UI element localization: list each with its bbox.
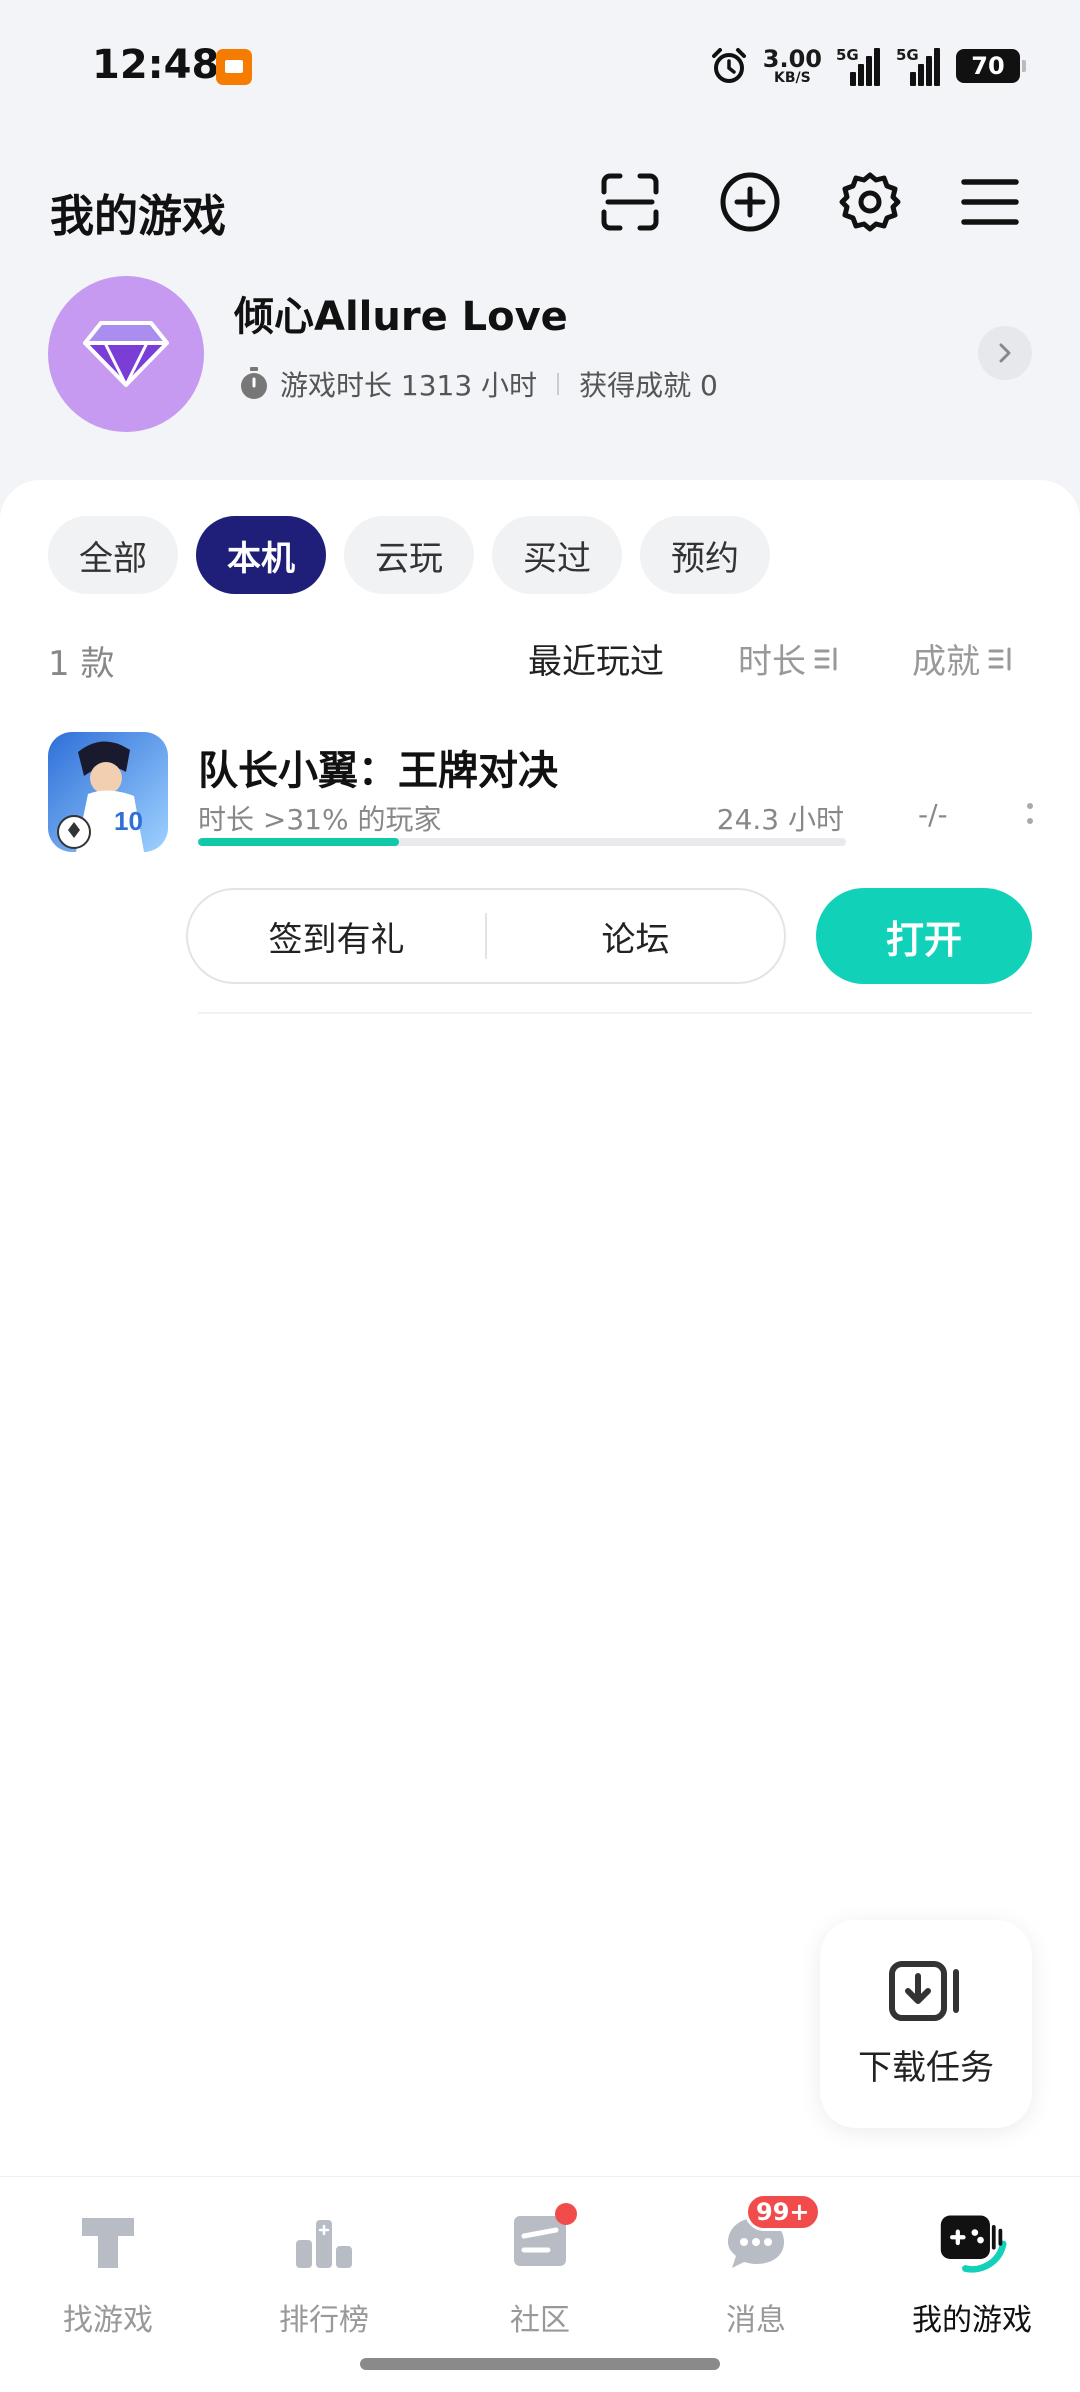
nav-label: 社区 — [510, 2303, 570, 2338]
nav-label: 我的游戏 — [912, 2303, 1032, 2338]
game-playtime-rank: 时长 >31% 的玩家 — [198, 803, 442, 836]
stopwatch-icon — [241, 367, 267, 399]
status-bar: 12:48 3.00 KB/S 5G 5G 70 — [0, 0, 1080, 130]
diamond-icon — [83, 321, 169, 387]
checkin-reward-button[interactable]: 签到有礼 — [188, 890, 485, 982]
avatar[interactable] — [48, 276, 204, 432]
signal-icon: 5G — [896, 46, 942, 86]
leaderboard-icon — [296, 2220, 352, 2268]
nav-leaderboard[interactable]: 排行榜 — [216, 2207, 432, 2339]
sort-icon — [814, 647, 837, 670]
game-achievements: -/- — [918, 798, 948, 831]
playtime-text: 游戏时长 1313 小时 — [280, 369, 538, 402]
signal-label: 5G — [896, 46, 919, 64]
filter-chips: 全部 本机 云玩 买过 预约 — [48, 516, 770, 594]
achievements-text: 获得成就 0 — [579, 369, 718, 402]
community-notification-dot — [555, 2203, 577, 2225]
row-divider — [198, 1012, 1032, 1014]
chip-local[interactable]: 本机 — [196, 516, 326, 594]
menu-icon — [961, 179, 1019, 225]
scan-button[interactable] — [598, 170, 662, 234]
playtime-progress-bar — [198, 838, 846, 846]
nav-label: 消息 — [726, 2303, 786, 2338]
scan-icon — [601, 173, 659, 231]
sort-achievements-label: 成就 — [912, 642, 980, 682]
my-games-icon — [940, 2215, 1007, 2273]
open-game-button[interactable]: 打开 — [816, 888, 1032, 984]
game-title[interactable]: 队长小翼：王牌对决 — [198, 738, 558, 796]
network-speed-value: 3.00 — [762, 45, 822, 73]
profile-detail-button[interactable] — [978, 326, 1032, 380]
game-hours: 24.3 小时 — [716, 803, 844, 836]
game-icon[interactable]: 10 — [48, 732, 168, 852]
nav-label: 排行榜 — [279, 2303, 369, 2338]
nav-my-games[interactable]: 我的游戏 — [864, 2207, 1080, 2339]
more-options-icon[interactable] — [1024, 800, 1036, 830]
game-artwork-icon: 10 — [48, 732, 168, 852]
profile-stats: 游戏时长 1313 小时 获得成就 0 — [238, 364, 718, 404]
gear-icon — [839, 172, 901, 232]
add-button[interactable] — [718, 170, 782, 234]
add-circle-icon — [720, 172, 780, 232]
page-title: 我的游戏 — [50, 191, 226, 242]
signal-label: 5G — [836, 46, 859, 64]
download-icon — [889, 1960, 959, 2021]
battery-level: 70 — [971, 52, 1005, 80]
forum-button[interactable]: 论坛 — [487, 890, 784, 982]
network-speed-unit: KB/S — [774, 70, 811, 86]
alarm-icon — [711, 48, 746, 83]
sort-playtime-label: 时长 — [738, 642, 806, 682]
signal-icon: 5G — [836, 46, 882, 86]
game-actions-group: 签到有礼 论坛 — [186, 888, 786, 984]
battery-icon: 70 — [956, 49, 1026, 83]
playtime-progress-fill — [198, 838, 399, 846]
notification-app-icon — [216, 49, 252, 85]
nav-community[interactable]: 社区 — [432, 2203, 648, 2339]
status-indicators: 3.00 KB/S 5G 5G 70 — [709, 44, 1026, 88]
nav-messages[interactable]: 99+ 消息 — [648, 2193, 864, 2339]
sort-playtime[interactable]: 时长 — [738, 634, 840, 683]
network-speed: 3.00 KB/S — [763, 47, 822, 85]
chip-reserved[interactable]: 预约 — [640, 516, 770, 594]
game-count: 1 款 — [48, 644, 115, 684]
home-indicator[interactable] — [360, 2358, 720, 2370]
settings-button[interactable] — [838, 170, 902, 234]
sort-icon — [988, 647, 1011, 670]
sort-recent[interactable]: 最近玩过 — [528, 634, 664, 683]
chevron-right-icon — [999, 343, 1011, 363]
find-games-icon — [82, 2218, 134, 2268]
download-tasks-button[interactable]: 下载任务 — [820, 1920, 1032, 2128]
sort-achievements[interactable]: 成就 — [912, 634, 1014, 683]
nav-label: 找游戏 — [63, 2303, 153, 2338]
status-time: 12:48 — [92, 42, 220, 88]
menu-button[interactable] — [958, 170, 1022, 234]
chip-all[interactable]: 全部 — [48, 516, 178, 594]
svg-text:10: 10 — [114, 806, 143, 836]
stats-divider — [557, 373, 560, 395]
chip-purchased[interactable]: 买过 — [492, 516, 622, 594]
chip-cloud[interactable]: 云玩 — [344, 516, 474, 594]
download-tasks-label: 下载任务 — [858, 2047, 994, 2088]
nav-find-games[interactable]: 找游戏 — [0, 2207, 216, 2339]
username[interactable]: 倾心Allure Love — [234, 284, 568, 342]
messages-badge: 99+ — [745, 2193, 821, 2231]
